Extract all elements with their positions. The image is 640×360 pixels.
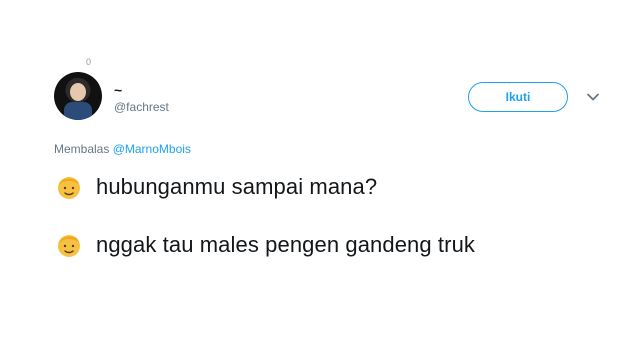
- follow-button[interactable]: Ikuti: [468, 82, 568, 112]
- message-text-1: hubunganmu sampai mana?: [96, 174, 378, 199]
- avatar[interactable]: [54, 72, 102, 120]
- chevron-down-icon[interactable]: [586, 90, 600, 102]
- message-row-2: nggak tau males pengen gandeng truk: [54, 230, 475, 260]
- message-row-1: hubunganmu sampai mana?: [54, 172, 377, 202]
- display-name[interactable]: ~: [114, 82, 122, 98]
- user-handle[interactable]: @fachrest: [114, 100, 169, 114]
- reply-mention[interactable]: @MarnoMbois: [113, 142, 191, 156]
- avatar-shirt: [64, 102, 92, 120]
- chevron-down-icon-svg: [587, 93, 599, 101]
- tweet-screen: 0 ~ @fachrest Ikuti Membalas @MarnoMbois…: [0, 0, 640, 360]
- boy-emoji-svg: [58, 235, 80, 257]
- reply-prefix: Membalas: [54, 142, 110, 156]
- message-text-2: nggak tau males pengen gandeng truk: [96, 232, 476, 257]
- boy-emoji-svg: [58, 177, 80, 199]
- top-marker: 0: [86, 57, 92, 67]
- boy-emoji-icon: [54, 230, 84, 260]
- reply-line: Membalas @MarnoMbois: [54, 142, 191, 156]
- avatar-face: [70, 83, 86, 101]
- boy-emoji-icon: [54, 172, 84, 202]
